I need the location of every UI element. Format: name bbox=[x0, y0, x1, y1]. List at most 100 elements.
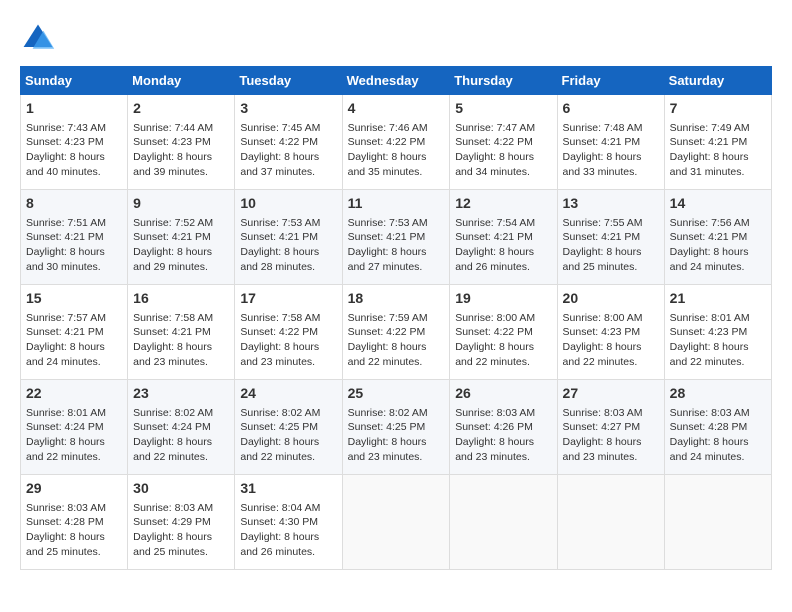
calendar-header-row: SundayMondayTuesdayWednesdayThursdayFrid… bbox=[21, 67, 772, 95]
day-number: 10 bbox=[240, 194, 336, 214]
day-number: 16 bbox=[133, 289, 229, 309]
day-number: 14 bbox=[670, 194, 766, 214]
calendar-cell: 25Sunrise: 8:02 AMSunset: 4:25 PMDayligh… bbox=[342, 380, 450, 475]
calendar-cell: 28Sunrise: 8:03 AMSunset: 4:28 PMDayligh… bbox=[664, 380, 771, 475]
day-info: Sunrise: 7:44 AMSunset: 4:23 PMDaylight:… bbox=[133, 121, 229, 180]
day-info: Sunrise: 8:03 AMSunset: 4:27 PMDaylight:… bbox=[563, 406, 659, 465]
day-number: 23 bbox=[133, 384, 229, 404]
calendar-cell bbox=[342, 475, 450, 570]
day-info: Sunrise: 7:55 AMSunset: 4:21 PMDaylight:… bbox=[563, 216, 659, 275]
calendar-cell: 7Sunrise: 7:49 AMSunset: 4:21 PMDaylight… bbox=[664, 95, 771, 190]
calendar-week-row: 1Sunrise: 7:43 AMSunset: 4:23 PMDaylight… bbox=[21, 95, 772, 190]
day-info: Sunrise: 7:56 AMSunset: 4:21 PMDaylight:… bbox=[670, 216, 766, 275]
calendar-cell: 21Sunrise: 8:01 AMSunset: 4:23 PMDayligh… bbox=[664, 285, 771, 380]
day-number: 20 bbox=[563, 289, 659, 309]
day-number: 30 bbox=[133, 479, 229, 499]
day-number: 3 bbox=[240, 99, 336, 119]
day-info: Sunrise: 7:53 AMSunset: 4:21 PMDaylight:… bbox=[240, 216, 336, 275]
logo bbox=[20, 20, 62, 56]
calendar-cell bbox=[664, 475, 771, 570]
day-info: Sunrise: 8:02 AMSunset: 4:24 PMDaylight:… bbox=[133, 406, 229, 465]
calendar-cell bbox=[450, 475, 557, 570]
day-number: 12 bbox=[455, 194, 551, 214]
day-number: 15 bbox=[26, 289, 122, 309]
day-info: Sunrise: 8:00 AMSunset: 4:23 PMDaylight:… bbox=[563, 311, 659, 370]
calendar-cell: 5Sunrise: 7:47 AMSunset: 4:22 PMDaylight… bbox=[450, 95, 557, 190]
day-info: Sunrise: 7:53 AMSunset: 4:21 PMDaylight:… bbox=[348, 216, 445, 275]
day-info: Sunrise: 8:00 AMSunset: 4:22 PMDaylight:… bbox=[455, 311, 551, 370]
calendar-cell: 13Sunrise: 7:55 AMSunset: 4:21 PMDayligh… bbox=[557, 190, 664, 285]
logo-icon bbox=[20, 20, 56, 56]
day-info: Sunrise: 7:58 AMSunset: 4:22 PMDaylight:… bbox=[240, 311, 336, 370]
day-info: Sunrise: 7:52 AMSunset: 4:21 PMDaylight:… bbox=[133, 216, 229, 275]
calendar-cell: 16Sunrise: 7:58 AMSunset: 4:21 PMDayligh… bbox=[128, 285, 235, 380]
day-number: 25 bbox=[348, 384, 445, 404]
calendar-table: SundayMondayTuesdayWednesdayThursdayFrid… bbox=[20, 66, 772, 570]
calendar-cell: 3Sunrise: 7:45 AMSunset: 4:22 PMDaylight… bbox=[235, 95, 342, 190]
day-info: Sunrise: 8:02 AMSunset: 4:25 PMDaylight:… bbox=[240, 406, 336, 465]
calendar-cell: 18Sunrise: 7:59 AMSunset: 4:22 PMDayligh… bbox=[342, 285, 450, 380]
calendar-cell: 12Sunrise: 7:54 AMSunset: 4:21 PMDayligh… bbox=[450, 190, 557, 285]
day-number: 4 bbox=[348, 99, 445, 119]
day-info: Sunrise: 7:49 AMSunset: 4:21 PMDaylight:… bbox=[670, 121, 766, 180]
weekday-header: Tuesday bbox=[235, 67, 342, 95]
day-number: 19 bbox=[455, 289, 551, 309]
day-number: 18 bbox=[348, 289, 445, 309]
calendar-cell: 27Sunrise: 8:03 AMSunset: 4:27 PMDayligh… bbox=[557, 380, 664, 475]
calendar-cell: 17Sunrise: 7:58 AMSunset: 4:22 PMDayligh… bbox=[235, 285, 342, 380]
calendar-body: 1Sunrise: 7:43 AMSunset: 4:23 PMDaylight… bbox=[21, 95, 772, 570]
calendar-cell: 24Sunrise: 8:02 AMSunset: 4:25 PMDayligh… bbox=[235, 380, 342, 475]
calendar-week-row: 29Sunrise: 8:03 AMSunset: 4:28 PMDayligh… bbox=[21, 475, 772, 570]
day-info: Sunrise: 8:01 AMSunset: 4:23 PMDaylight:… bbox=[670, 311, 766, 370]
day-number: 8 bbox=[26, 194, 122, 214]
day-number: 2 bbox=[133, 99, 229, 119]
calendar-cell: 10Sunrise: 7:53 AMSunset: 4:21 PMDayligh… bbox=[235, 190, 342, 285]
day-number: 1 bbox=[26, 99, 122, 119]
calendar-cell: 20Sunrise: 8:00 AMSunset: 4:23 PMDayligh… bbox=[557, 285, 664, 380]
day-info: Sunrise: 8:03 AMSunset: 4:28 PMDaylight:… bbox=[670, 406, 766, 465]
calendar-cell: 6Sunrise: 7:48 AMSunset: 4:21 PMDaylight… bbox=[557, 95, 664, 190]
page-header bbox=[20, 20, 772, 56]
calendar-cell: 26Sunrise: 8:03 AMSunset: 4:26 PMDayligh… bbox=[450, 380, 557, 475]
day-info: Sunrise: 7:51 AMSunset: 4:21 PMDaylight:… bbox=[26, 216, 122, 275]
day-number: 21 bbox=[670, 289, 766, 309]
day-info: Sunrise: 7:59 AMSunset: 4:22 PMDaylight:… bbox=[348, 311, 445, 370]
calendar-cell: 2Sunrise: 7:44 AMSunset: 4:23 PMDaylight… bbox=[128, 95, 235, 190]
day-number: 11 bbox=[348, 194, 445, 214]
calendar-cell: 22Sunrise: 8:01 AMSunset: 4:24 PMDayligh… bbox=[21, 380, 128, 475]
weekday-header: Saturday bbox=[664, 67, 771, 95]
day-number: 29 bbox=[26, 479, 122, 499]
calendar-cell: 23Sunrise: 8:02 AMSunset: 4:24 PMDayligh… bbox=[128, 380, 235, 475]
calendar-cell: 15Sunrise: 7:57 AMSunset: 4:21 PMDayligh… bbox=[21, 285, 128, 380]
day-number: 7 bbox=[670, 99, 766, 119]
calendar-cell: 30Sunrise: 8:03 AMSunset: 4:29 PMDayligh… bbox=[128, 475, 235, 570]
day-number: 26 bbox=[455, 384, 551, 404]
day-info: Sunrise: 8:03 AMSunset: 4:28 PMDaylight:… bbox=[26, 501, 122, 560]
day-info: Sunrise: 7:43 AMSunset: 4:23 PMDaylight:… bbox=[26, 121, 122, 180]
calendar-cell: 31Sunrise: 8:04 AMSunset: 4:30 PMDayligh… bbox=[235, 475, 342, 570]
day-info: Sunrise: 8:01 AMSunset: 4:24 PMDaylight:… bbox=[26, 406, 122, 465]
calendar-week-row: 15Sunrise: 7:57 AMSunset: 4:21 PMDayligh… bbox=[21, 285, 772, 380]
day-info: Sunrise: 7:46 AMSunset: 4:22 PMDaylight:… bbox=[348, 121, 445, 180]
calendar-cell: 19Sunrise: 8:00 AMSunset: 4:22 PMDayligh… bbox=[450, 285, 557, 380]
weekday-header: Thursday bbox=[450, 67, 557, 95]
calendar-cell: 9Sunrise: 7:52 AMSunset: 4:21 PMDaylight… bbox=[128, 190, 235, 285]
weekday-header: Sunday bbox=[21, 67, 128, 95]
day-number: 5 bbox=[455, 99, 551, 119]
day-number: 22 bbox=[26, 384, 122, 404]
day-number: 13 bbox=[563, 194, 659, 214]
calendar-cell bbox=[557, 475, 664, 570]
calendar-cell: 1Sunrise: 7:43 AMSunset: 4:23 PMDaylight… bbox=[21, 95, 128, 190]
day-info: Sunrise: 8:03 AMSunset: 4:29 PMDaylight:… bbox=[133, 501, 229, 560]
calendar-cell: 8Sunrise: 7:51 AMSunset: 4:21 PMDaylight… bbox=[21, 190, 128, 285]
calendar-cell: 29Sunrise: 8:03 AMSunset: 4:28 PMDayligh… bbox=[21, 475, 128, 570]
day-number: 6 bbox=[563, 99, 659, 119]
day-number: 24 bbox=[240, 384, 336, 404]
calendar-cell: 4Sunrise: 7:46 AMSunset: 4:22 PMDaylight… bbox=[342, 95, 450, 190]
day-info: Sunrise: 7:54 AMSunset: 4:21 PMDaylight:… bbox=[455, 216, 551, 275]
day-info: Sunrise: 7:57 AMSunset: 4:21 PMDaylight:… bbox=[26, 311, 122, 370]
day-info: Sunrise: 8:03 AMSunset: 4:26 PMDaylight:… bbox=[455, 406, 551, 465]
day-number: 9 bbox=[133, 194, 229, 214]
day-number: 17 bbox=[240, 289, 336, 309]
day-info: Sunrise: 8:04 AMSunset: 4:30 PMDaylight:… bbox=[240, 501, 336, 560]
